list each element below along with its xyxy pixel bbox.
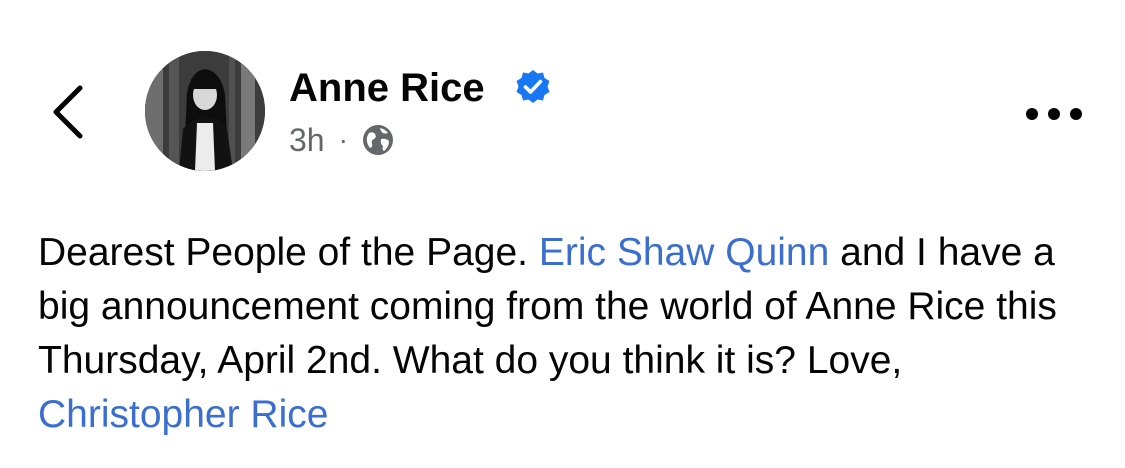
more-options-button[interactable] xyxy=(1022,100,1086,128)
profile-photo xyxy=(145,51,265,171)
avatar[interactable] xyxy=(145,51,265,171)
verified-badge-icon xyxy=(516,70,550,103)
globe-icon[interactable] xyxy=(361,123,395,157)
mention-link-eric-shaw-quinn[interactable]: Eric Shaw Quinn xyxy=(539,231,829,274)
author-name[interactable]: Anne Rice xyxy=(289,64,485,112)
post-text-segment: Dearest People of the Page. xyxy=(38,231,539,274)
back-button[interactable] xyxy=(46,82,96,142)
post-timestamp[interactable]: 3h xyxy=(289,118,325,162)
mention-link-christopher-rice[interactable]: Christopher Rice xyxy=(38,393,328,436)
post-header: Anne Rice 3h · xyxy=(0,0,1125,200)
meta-separator: · xyxy=(338,124,348,155)
post-meta: 3h · xyxy=(289,118,395,162)
more-horizontal-icon xyxy=(1026,108,1082,120)
post-body: Dearest People of the Page. Eric Shaw Qu… xyxy=(38,226,1098,442)
chevron-left-icon xyxy=(53,85,83,139)
